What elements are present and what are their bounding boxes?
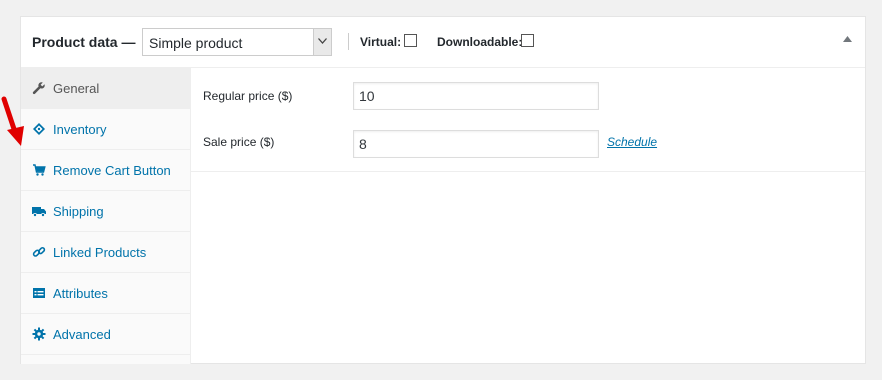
virtual-label: Virtual: (360, 35, 402, 49)
tab-advanced[interactable]: Advanced (21, 314, 190, 355)
link-icon (32, 247, 46, 257)
general-options-panel: Regular price ($) Sale price ($) Schedul… (191, 68, 865, 172)
tab-label: Inventory (53, 122, 107, 137)
product-type-value: Simple product (149, 35, 243, 51)
truck-icon (32, 207, 46, 217)
list-icon (33, 288, 45, 298)
chevron-down-icon (318, 38, 327, 44)
tab-general[interactable]: General (21, 68, 190, 109)
wrench-icon (32, 82, 45, 95)
tab-remove-cart-button[interactable]: Remove Cart Button (21, 150, 190, 191)
tab-attributes[interactable]: Attributes (21, 273, 190, 314)
tab-label: Remove Cart Button (53, 163, 171, 178)
product-type-select[interactable]: Simple product (142, 28, 332, 56)
tab-shipping[interactable]: Shipping (21, 191, 190, 232)
collapse-toggle-icon[interactable] (843, 36, 852, 42)
tab-label: Shipping (53, 204, 104, 219)
cart-icon (33, 164, 46, 176)
tab-linked-products[interactable]: Linked Products (21, 232, 190, 273)
tab-label: General (53, 81, 100, 96)
schedule-link[interactable]: Schedule (607, 135, 657, 149)
tab-label: Linked Products (53, 245, 147, 260)
tag-icon (33, 123, 45, 135)
sale-price-label: Sale price ($) (203, 135, 275, 149)
product-data-tabs: General Inventory Remove Cart Button Shi… (21, 68, 191, 364)
downloadable-label: Downloadable: (437, 35, 523, 49)
header-separator (348, 33, 349, 50)
gear-icon (32, 327, 46, 341)
product-data-panel: Product data — Simple product Virtual: D… (20, 16, 866, 364)
regular-price-label: Regular price ($) (203, 89, 293, 103)
sale-price-input[interactable] (353, 130, 599, 158)
tab-label: Advanced (53, 327, 111, 342)
red-arrow-annotation (1, 96, 24, 146)
select-arrow[interactable] (313, 29, 331, 55)
panel-title: Product data — (32, 34, 136, 50)
virtual-checkbox[interactable] (404, 34, 417, 47)
panel-header: Product data — Simple product Virtual: D… (21, 17, 865, 68)
regular-price-input[interactable] (353, 82, 599, 110)
tab-label: Attributes (53, 286, 108, 301)
downloadable-checkbox[interactable] (521, 34, 534, 47)
tab-inventory[interactable]: Inventory (21, 109, 190, 150)
